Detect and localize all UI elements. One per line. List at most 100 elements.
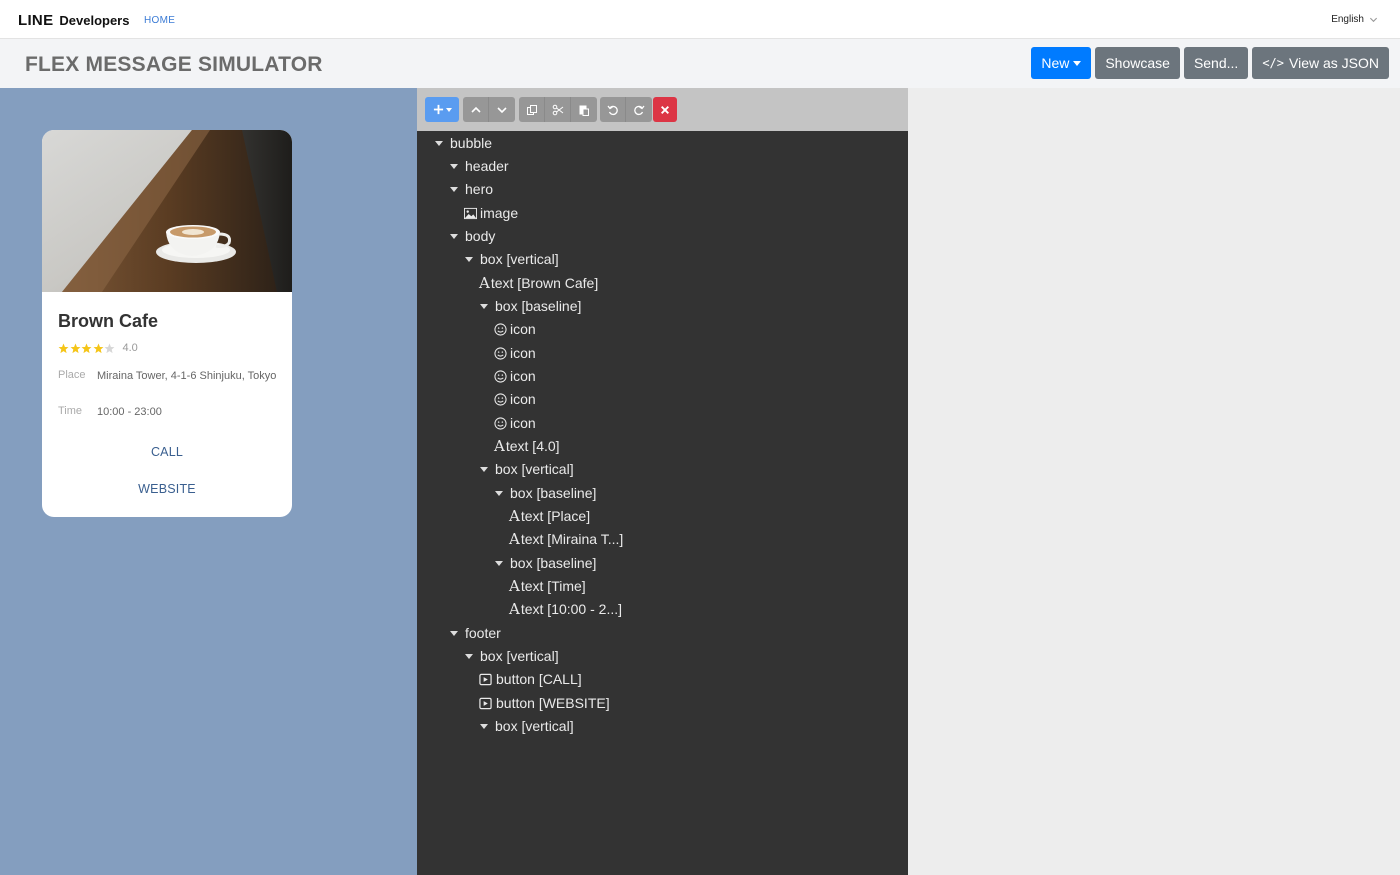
tree-node[interactable]: icon bbox=[494, 343, 536, 363]
send-button[interactable]: Send... bbox=[1183, 47, 1249, 79]
tree-node[interactable]: box [baseline] bbox=[480, 296, 581, 316]
tree-node-label: box [vertical] bbox=[495, 718, 574, 734]
tree-node[interactable]: icon bbox=[494, 413, 536, 433]
tree-node-label: icon bbox=[510, 415, 536, 431]
rating-value: 4.0 bbox=[122, 342, 138, 354]
tree-node[interactable]: icon bbox=[494, 319, 536, 339]
tree-node[interactable]: Atext [Brown Cafe] bbox=[479, 273, 598, 293]
tree-node[interactable]: button [CALL] bbox=[479, 669, 582, 689]
tree-node-label: bubble bbox=[450, 135, 493, 151]
tree-node[interactable]: Atext [10:00 - 2...] bbox=[509, 599, 622, 619]
component-tree-panel: bubble header hero image body box [verti… bbox=[417, 88, 908, 875]
rating-row: 4.0 bbox=[58, 342, 138, 354]
brand-developers: Developers bbox=[59, 13, 130, 28]
caret-down-icon bbox=[1073, 60, 1082, 66]
move-up-button[interactable] bbox=[463, 97, 489, 122]
add-button[interactable] bbox=[425, 97, 459, 122]
star-icon bbox=[93, 343, 103, 353]
tree-node-label: icon bbox=[510, 368, 536, 384]
tree-node[interactable]: header bbox=[450, 156, 509, 176]
caret-down-icon bbox=[480, 303, 488, 309]
tree-node-label: text [Miraina T...] bbox=[520, 531, 624, 547]
tree-node[interactable]: box [vertical] bbox=[465, 249, 559, 269]
tree-node-label: box [vertical] bbox=[495, 461, 574, 477]
tree-node-label: box [baseline] bbox=[495, 298, 582, 314]
star-icon bbox=[70, 343, 80, 353]
smiley-icon bbox=[494, 369, 507, 383]
text-icon: A bbox=[479, 274, 490, 292]
history-group bbox=[600, 97, 652, 122]
image-icon bbox=[464, 207, 477, 219]
redo-button[interactable] bbox=[626, 97, 652, 122]
tree-node[interactable]: hero bbox=[450, 179, 493, 199]
copy-icon bbox=[526, 104, 537, 115]
tree-node-label: text [10:00 - 2...] bbox=[520, 601, 623, 617]
tree-node[interactable]: body bbox=[450, 226, 495, 246]
text-icon: A bbox=[494, 437, 505, 455]
clipboard-group bbox=[519, 97, 597, 122]
caret-down-icon bbox=[480, 466, 488, 472]
tree-node[interactable]: image bbox=[463, 203, 518, 223]
text-icon: A bbox=[509, 577, 520, 595]
paste-button[interactable] bbox=[571, 97, 597, 122]
call-button[interactable]: CALL bbox=[42, 445, 292, 459]
tree-node[interactable]: Atext [Miraina T...] bbox=[509, 529, 623, 549]
tree-node-label: text [4.0] bbox=[505, 438, 560, 454]
language-selector[interactable]: English bbox=[1331, 14, 1378, 25]
website-button[interactable]: WEBSITE bbox=[42, 482, 292, 496]
copy-button[interactable] bbox=[519, 97, 545, 122]
page-title: FLEX MESSAGE SIMULATOR bbox=[25, 53, 323, 76]
tree-node[interactable]: button [WEBSITE] bbox=[479, 693, 610, 713]
cut-button[interactable] bbox=[545, 97, 571, 122]
bubble-preview[interactable]: Brown Cafe 4.0 Place Miraina Tower, 4-1-… bbox=[42, 130, 292, 517]
undo-button[interactable] bbox=[600, 97, 626, 122]
header-actions: New Showcase Send... </> View as JSON bbox=[1031, 47, 1389, 79]
text-icon: A bbox=[509, 530, 520, 548]
button-icon bbox=[479, 673, 492, 685]
tree-node[interactable]: icon bbox=[494, 366, 536, 386]
tree-node-label: box [baseline] bbox=[510, 555, 597, 571]
tree-node[interactable]: box [baseline] bbox=[495, 553, 596, 573]
tree-node-label: text [Brown Cafe] bbox=[490, 275, 599, 291]
smiley-icon bbox=[494, 322, 507, 336]
brand-logo[interactable]: LINE Developers bbox=[18, 12, 129, 29]
tree-node[interactable]: box [vertical] bbox=[480, 716, 574, 736]
tree-node[interactable]: box [vertical] bbox=[465, 646, 559, 666]
showcase-button[interactable]: Showcase bbox=[1095, 47, 1180, 79]
tree-node-label: text [Time] bbox=[520, 578, 586, 594]
tree-node-label: icon bbox=[510, 391, 536, 407]
tree-node[interactable]: box [vertical] bbox=[480, 459, 574, 479]
arrow-up-icon bbox=[470, 106, 481, 113]
tree-node-label: image bbox=[480, 205, 519, 221]
view-as-json-button[interactable]: </> View as JSON bbox=[1252, 47, 1389, 79]
tree-node-label: body bbox=[465, 228, 496, 244]
smiley-icon bbox=[494, 346, 507, 360]
place-label: Place bbox=[58, 369, 86, 381]
move-down-button[interactable] bbox=[489, 97, 515, 122]
delete-icon bbox=[661, 105, 669, 114]
time-value: 10:00 - 23:00 bbox=[97, 406, 162, 418]
paste-icon bbox=[579, 105, 589, 116]
tree-node[interactable]: icon bbox=[494, 389, 536, 409]
tree-node-label: header bbox=[465, 158, 509, 174]
caret-down-icon bbox=[465, 653, 473, 659]
star-icon bbox=[58, 343, 69, 353]
star-icon bbox=[81, 343, 92, 353]
caret-down-icon bbox=[445, 107, 452, 112]
tree-node[interactable]: footer bbox=[450, 623, 501, 643]
caret-down-icon bbox=[495, 490, 503, 496]
tree-node[interactable]: bubble bbox=[435, 133, 492, 153]
tree-node[interactable]: Atext [Time] bbox=[509, 576, 586, 596]
place-value: Miraina Tower, 4-1-6 Shinjuku, Tokyo bbox=[97, 370, 277, 382]
brand-line: LINE bbox=[18, 12, 54, 29]
move-group bbox=[463, 97, 515, 122]
caret-down-icon bbox=[450, 186, 458, 192]
tree-node[interactable]: Atext [4.0] bbox=[494, 436, 560, 456]
tree-node[interactable]: Atext [Place] bbox=[509, 506, 590, 526]
delete-button[interactable] bbox=[653, 97, 677, 122]
hero-image[interactable] bbox=[42, 130, 292, 292]
new-button[interactable]: New bbox=[1031, 47, 1092, 79]
home-link[interactable]: HOME bbox=[144, 15, 175, 26]
tree-node[interactable]: box [baseline] bbox=[495, 483, 596, 503]
caret-down-icon bbox=[450, 163, 458, 169]
